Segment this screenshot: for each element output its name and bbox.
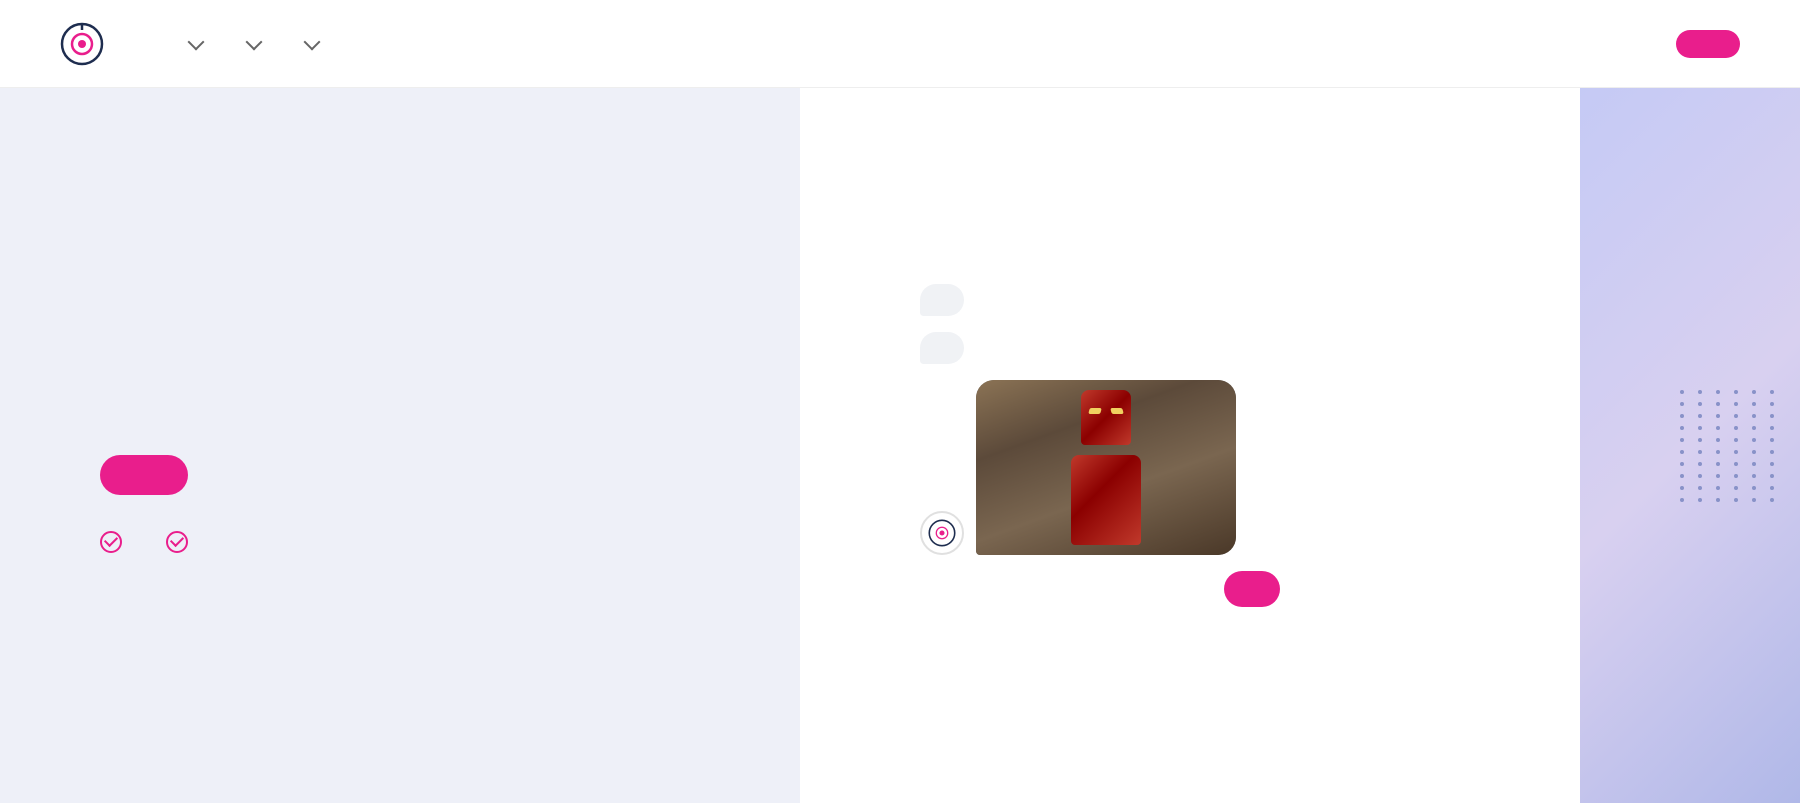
navbar: [0, 0, 1800, 88]
landbot-avatar: [920, 511, 964, 555]
ironman-figure: [1046, 390, 1166, 545]
landbot-logo-icon[interactable]: [60, 22, 104, 66]
chat-reply-button[interactable]: [1224, 571, 1280, 607]
chat-demo: [920, 284, 1280, 607]
hero-right: // Generate dots const dp = document.que…: [800, 88, 1800, 803]
chat-bubble-2: [920, 332, 964, 364]
check-circle-icon-1: [100, 531, 122, 553]
dots-pattern: // Generate dots const dp = document.que…: [1680, 390, 1780, 502]
ironman-eye-left: [1088, 408, 1102, 414]
no-credit-card-badge: [100, 531, 130, 553]
hero-section: // Generate dots const dp = document.que…: [0, 88, 1800, 803]
main-nav: [184, 40, 358, 48]
resources-chevron-icon: [304, 33, 321, 50]
nav-product[interactable]: [184, 40, 202, 48]
check-circle-icon-2: [166, 531, 188, 553]
ironman-head: [1081, 390, 1131, 445]
product-chevron-icon: [188, 33, 205, 50]
hero-cta-button[interactable]: [100, 455, 188, 495]
nav-resources[interactable]: [300, 40, 318, 48]
hero-badges: [100, 531, 720, 553]
nav-try-free-button[interactable]: [1676, 30, 1740, 58]
chat-bubble-1: [920, 284, 964, 316]
templates-chevron-icon: [246, 33, 263, 50]
navbar-right: [1652, 30, 1740, 58]
chat-image-inner: [976, 380, 1236, 555]
no-coding-badge: [166, 531, 196, 553]
ironman-body: [1071, 455, 1141, 545]
chat-image-row: [920, 380, 1280, 555]
chat-image-bubble: [976, 380, 1236, 555]
ironman-eye-right: [1110, 408, 1124, 414]
hero-left: [0, 88, 800, 803]
nav-templates[interactable]: [242, 40, 260, 48]
navbar-left: [60, 22, 358, 66]
